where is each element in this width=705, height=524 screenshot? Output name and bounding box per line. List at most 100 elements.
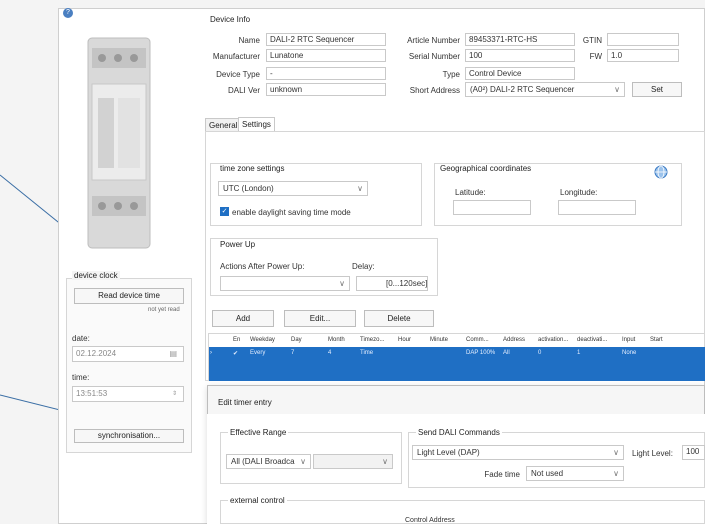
longitude-field[interactable]	[558, 200, 636, 215]
table-cell: 4	[328, 350, 332, 356]
type-label: Type	[442, 70, 460, 79]
delay-label: Delay:	[352, 262, 375, 271]
table-cell: 7	[291, 350, 295, 356]
fade-time-select[interactable]: Not used ∨	[526, 466, 624, 481]
short-address-select[interactable]: (A0²) DALI-2 RTC Sequencer ∨	[465, 82, 625, 97]
globe-icon[interactable]	[654, 165, 668, 179]
table-cell: DAP 100%	[466, 350, 496, 356]
manufacturer-field[interactable]: Lunatone	[266, 49, 386, 62]
external-control-group	[220, 500, 705, 524]
chevron-down-icon: ∨	[382, 457, 388, 466]
gtin-field[interactable]	[607, 33, 679, 46]
dali-command-value: Light Level (DAP)	[417, 448, 480, 457]
date-label: date:	[72, 334, 90, 343]
name-label: Name	[238, 36, 260, 45]
actions-label: Actions After Power Up:	[220, 262, 305, 271]
col-header[interactable]: Hour	[398, 337, 411, 343]
short-address-value: (A0²) DALI-2 RTC Sequencer	[470, 85, 575, 94]
latitude-label: Latitude:	[455, 188, 486, 197]
time-label: time:	[72, 373, 90, 382]
dali-command-select[interactable]: Light Level (DAP) ∨	[412, 445, 624, 460]
effective-range-select[interactable]: All (DALI Broadca ∨	[226, 454, 311, 469]
fw-field[interactable]: 1.0	[607, 49, 679, 62]
edit-button[interactable]: Edit...	[284, 310, 356, 327]
col-header[interactable]: Weekday	[250, 337, 275, 343]
delay-field[interactable]: [0...120sec]	[356, 276, 428, 291]
effective-range-value: All (DALI Broadca	[231, 457, 295, 466]
dst-label: enable daylight saving time mode	[232, 208, 351, 217]
name-field[interactable]: DALI-2 RTC Sequencer	[266, 33, 386, 46]
light-level-label: Light Level:	[632, 449, 673, 458]
col-header[interactable]: Minute	[430, 337, 448, 343]
chevron-down-icon: ∨	[613, 469, 619, 478]
col-header[interactable]: Address	[503, 337, 525, 343]
table-cell: ✔	[233, 351, 239, 357]
col-header[interactable]: Month	[328, 337, 345, 343]
light-level-field[interactable]: 100	[682, 445, 705, 460]
row-indicator: ›	[210, 350, 212, 356]
col-header[interactable]: deactivati...	[577, 337, 607, 343]
latitude-field[interactable]	[453, 200, 531, 215]
chevron-down-icon: ∨	[613, 448, 619, 457]
time-value: 13:51:53	[76, 389, 108, 398]
chevron-down-icon: ∨	[300, 457, 306, 466]
fade-time-label: Fade time	[484, 470, 520, 479]
col-header[interactable]: Start	[650, 337, 663, 343]
table-cell: Every	[250, 350, 266, 356]
actions-select[interactable]: ∨	[220, 276, 350, 291]
article-label: Article Number	[407, 36, 460, 45]
table-cell: All	[503, 350, 510, 356]
manufacturer-label: Manufacturer	[212, 52, 260, 61]
col-header[interactable]: En	[233, 337, 240, 343]
effective-range-secondary-select[interactable]: ∨	[313, 454, 393, 469]
not-read-label: not yet read	[148, 307, 180, 313]
table-cell: Time	[360, 350, 374, 356]
effective-range-title: Effective Range	[228, 428, 289, 437]
set-button[interactable]: Set	[632, 82, 682, 97]
spinner-icon[interactable]: ⇕	[172, 387, 177, 401]
serial-label: Serial Number	[408, 52, 460, 61]
dali-ver-label: DALI Ver	[227, 86, 260, 95]
device-image	[87, 37, 151, 249]
table-cell: 0	[538, 350, 542, 356]
dialog-title: Edit timer entry	[218, 398, 272, 407]
chevron-down-icon: ∨	[614, 85, 620, 94]
col-header[interactable]: Timezo...	[360, 337, 384, 343]
col-header[interactable]: Comm...	[466, 337, 489, 343]
add-button[interactable]: Add	[212, 310, 274, 327]
timezone-value: UTC (London)	[223, 184, 274, 193]
date-value: 02.12.2024	[76, 349, 117, 358]
device-type-field[interactable]: -	[266, 67, 386, 80]
gtin-label: GTIN	[582, 36, 602, 45]
col-header[interactable]: Input	[622, 337, 635, 343]
longitude-label: Longitude:	[560, 188, 598, 197]
external-control-title: external control	[228, 496, 287, 505]
help-icon[interactable]: ?	[63, 8, 73, 18]
time-field[interactable]: 13:51:53 ⇕	[72, 386, 184, 402]
date-field[interactable]: 02.12.2024 ▤	[72, 346, 184, 362]
device-type-label: Device Type	[216, 70, 260, 79]
delete-button[interactable]: Delete	[364, 310, 434, 327]
serial-field[interactable]: 100	[465, 49, 575, 62]
delay-hint: [0...120sec]	[386, 279, 428, 288]
send-dali-title: Send DALI Commands	[416, 428, 502, 437]
power-up-title: Power Up	[220, 240, 256, 249]
article-field[interactable]: 89453371-RTC-HS	[465, 33, 575, 46]
short-address-label: Short Address	[409, 86, 460, 95]
device-clock-group	[66, 278, 192, 453]
calendar-icon[interactable]: ▤	[169, 347, 177, 361]
dst-checkbox[interactable]: ✓	[220, 207, 229, 216]
timezone-select[interactable]: UTC (London) ∨	[218, 181, 368, 196]
table-cell: None	[622, 350, 637, 356]
col-header[interactable]: Day	[291, 337, 302, 343]
col-header[interactable]: activation...	[538, 337, 568, 343]
dali-ver-field[interactable]: unknown	[266, 83, 386, 96]
chevron-down-icon: ∨	[357, 184, 363, 193]
device-clock-title: device clock	[72, 271, 120, 280]
timezone-title: time zone settings	[220, 164, 285, 173]
type-field[interactable]: Control Device	[465, 67, 575, 80]
geo-title: Geographical coordinates	[440, 164, 532, 173]
tab-settings[interactable]: Settings	[238, 117, 275, 132]
read-device-time-button[interactable]: Read device time	[74, 288, 184, 304]
synchronisation-button[interactable]: synchronisation...	[74, 429, 184, 443]
